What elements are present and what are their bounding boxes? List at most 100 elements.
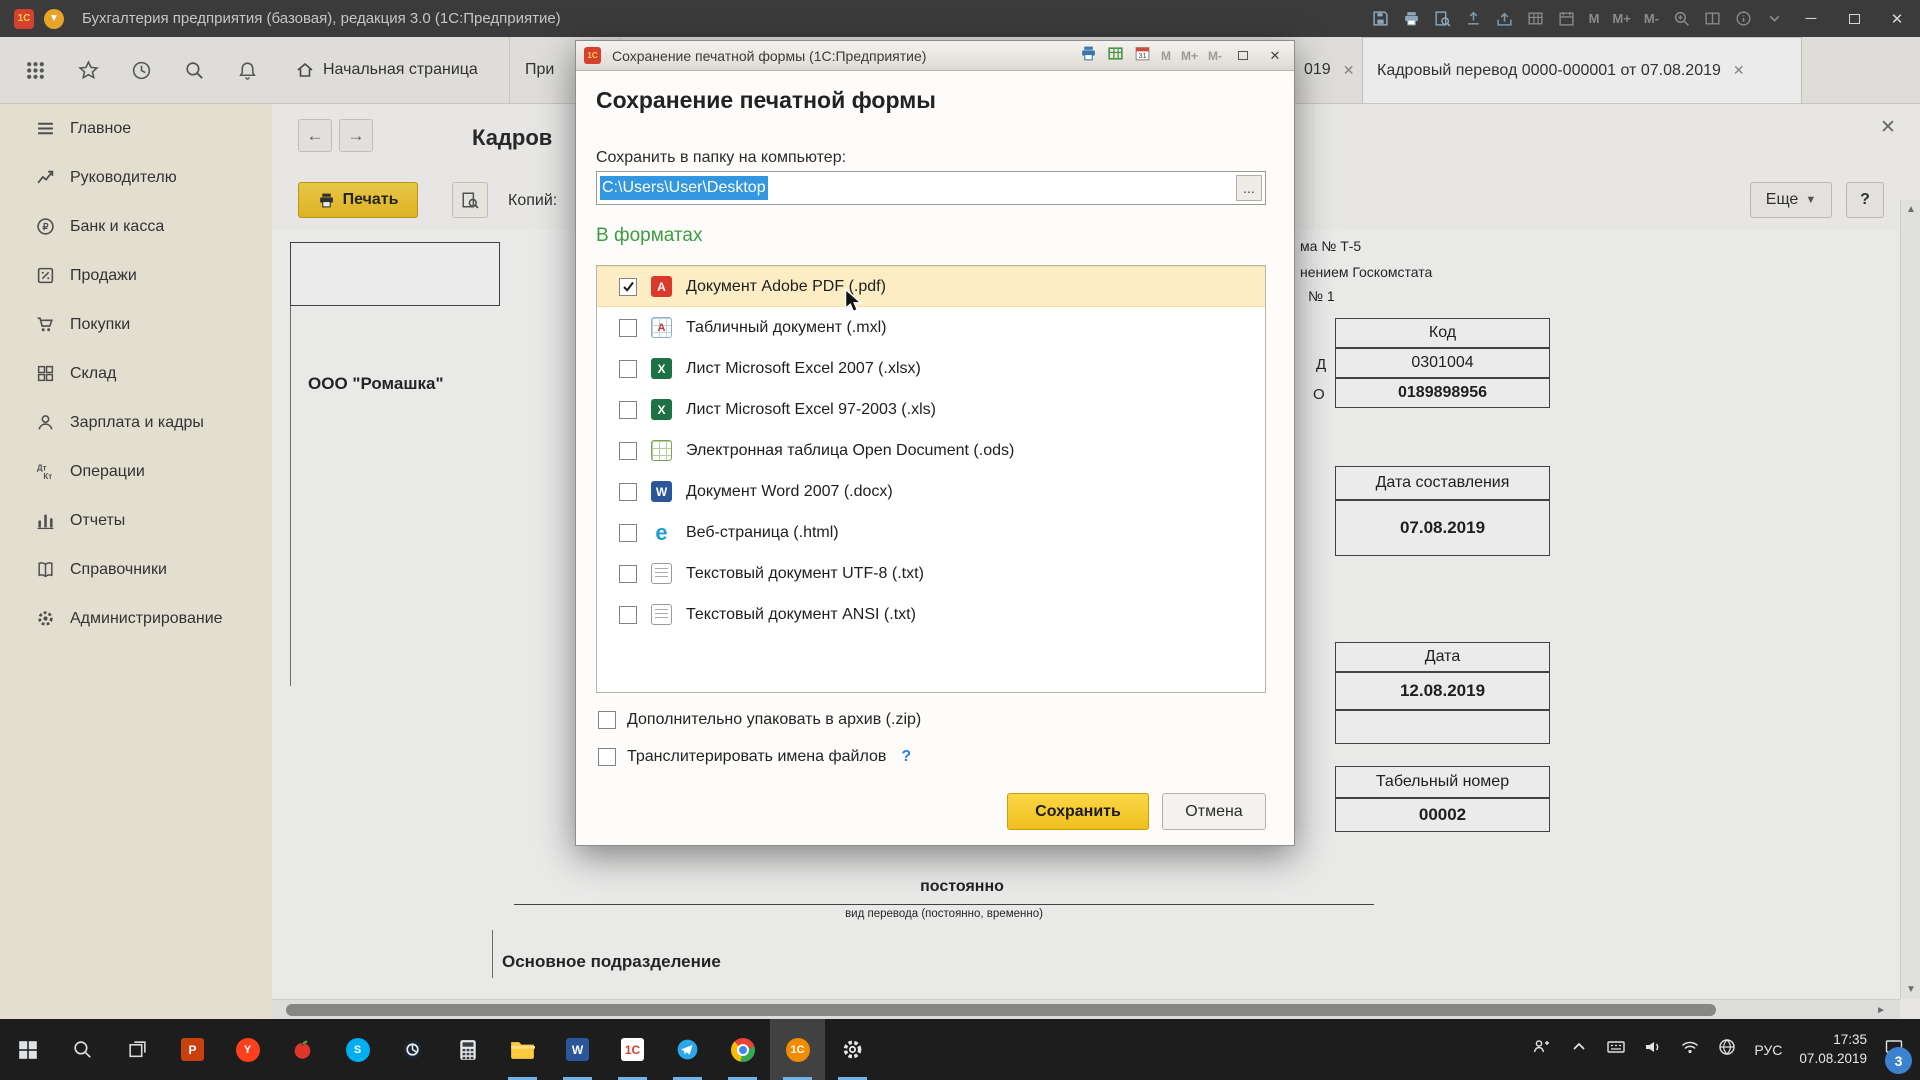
folder-path-selected-text: C:\Users\User\Desktop	[600, 176, 768, 200]
dialog-memory-m-button[interactable]: M	[1161, 49, 1171, 63]
print-icon[interactable]	[1403, 10, 1421, 28]
notification-badge[interactable]: 3	[1885, 1047, 1912, 1074]
format-row[interactable]: eВеб-страница (.html)	[597, 512, 1265, 553]
save-icon[interactable]	[1372, 10, 1390, 28]
window-maximize-button[interactable]	[1839, 0, 1869, 37]
txt-file-icon	[651, 604, 672, 625]
taskbar-search-icon[interactable]	[55, 1019, 110, 1080]
zip-checkbox[interactable]	[598, 711, 616, 729]
dialog-table-icon[interactable]	[1107, 45, 1124, 67]
system-tray: РУС 17:35 07.08.2019	[1532, 1019, 1920, 1080]
keyboard-icon[interactable]	[1606, 1037, 1626, 1062]
format-row[interactable]: AДокумент Adobe PDF (.pdf)	[597, 266, 1265, 307]
taskbar-chrome-icon[interactable]	[715, 1019, 770, 1080]
people-icon[interactable]	[1532, 1037, 1552, 1062]
dialog-titlebar[interactable]: 1С Сохранение печатной формы (1С:Предпри…	[576, 41, 1294, 71]
window-close-button[interactable]: ✕	[1882, 0, 1912, 37]
format-checkbox[interactable]	[619, 360, 637, 378]
folder-path-input[interactable]: C:\Users\User\Desktop ...	[596, 171, 1266, 205]
help-question-icon[interactable]: ?	[901, 748, 911, 766]
formats-heading: В форматах	[596, 225, 703, 247]
language-indicator[interactable]: РУС	[1754, 1042, 1782, 1058]
taskbar: PYSW1С1С РУС 17:35 07.08.2019 3	[0, 1019, 1920, 1080]
cancel-button[interactable]: Отмена	[1162, 793, 1266, 830]
taskbar-dark-app-icon[interactable]	[385, 1019, 440, 1080]
print-preview-icon[interactable]	[1434, 10, 1452, 28]
mxl-file-icon: A	[651, 317, 672, 338]
window-minimize-button[interactable]: ─	[1796, 0, 1826, 37]
save-button[interactable]: Сохранить	[1007, 793, 1149, 830]
globe-icon[interactable]	[1717, 1037, 1737, 1062]
taskbar-explorer-icon[interactable]	[495, 1019, 550, 1080]
format-checkbox[interactable]	[619, 319, 637, 337]
taskbar-powerpoint-icon[interactable]: P	[165, 1019, 220, 1080]
excel-file-icon: X	[651, 399, 672, 420]
svg-text:31: 31	[1139, 52, 1147, 59]
taskbar-telegram-icon[interactable]	[660, 1019, 715, 1080]
calendar-icon[interactable]	[1558, 10, 1576, 28]
format-row[interactable]: Текстовый документ ANSI (.txt)	[597, 594, 1265, 635]
taskbar-one-c-active-icon[interactable]: 1С	[770, 1019, 825, 1080]
transliterate-checkbox-row[interactable]: Транслитерировать имена файлов ?	[598, 748, 911, 766]
format-checkbox[interactable]	[619, 278, 637, 296]
dialog-close-button[interactable]: ✕	[1264, 46, 1286, 66]
dialog-memory-m-plus-button[interactable]: M+	[1181, 49, 1198, 63]
folder-path-label: Сохранить в папку на компьютер:	[596, 149, 846, 167]
transliterate-checkbox[interactable]	[598, 748, 616, 766]
taskbar-yandex-icon[interactable]: Y	[220, 1019, 275, 1080]
format-checkbox[interactable]	[619, 442, 637, 460]
format-row[interactable]: WДокумент Word 2007 (.docx)	[597, 471, 1265, 512]
window-title: Бухгалтерия предприятия (базовая), редак…	[82, 10, 561, 27]
main-menu-button[interactable]: ▼	[44, 9, 64, 29]
dialog-memory-m-minus-button[interactable]: M-	[1208, 49, 1222, 63]
format-checkbox[interactable]	[619, 483, 637, 501]
format-row[interactable]: XЛист Microsoft Excel 2007 (.xlsx)	[597, 348, 1265, 389]
memory-m-minus-button[interactable]: M-	[1644, 11, 1659, 26]
dialog-calendar-icon[interactable]: 31	[1134, 45, 1151, 67]
format-row[interactable]: Электронная таблица Open Document (.ods)	[597, 430, 1265, 471]
clock[interactable]: 17:35 07.08.2019	[1799, 1031, 1867, 1067]
dialog-1c-icon: 1С	[584, 47, 601, 64]
network-icon[interactable]	[1680, 1037, 1700, 1062]
taskbar-calculator-icon[interactable]	[440, 1019, 495, 1080]
html-file-icon: e	[651, 522, 672, 543]
browse-button[interactable]: ...	[1236, 175, 1262, 201]
format-checkbox[interactable]	[619, 524, 637, 542]
dialog-print-icon[interactable]	[1080, 45, 1097, 67]
format-row[interactable]: XЛист Microsoft Excel 97-2003 (.xls)	[597, 389, 1265, 430]
taskbar-word-icon[interactable]: W	[550, 1019, 605, 1080]
format-checkbox[interactable]	[619, 606, 637, 624]
screen: 1С ▼ Бухгалтерия предприятия (базовая), …	[0, 0, 1920, 1080]
table-icon[interactable]	[1527, 10, 1545, 28]
share-icon[interactable]	[1496, 10, 1514, 28]
dialog-maximize-button[interactable]	[1232, 46, 1254, 66]
memory-m-button[interactable]: M	[1589, 11, 1600, 26]
taskbar-settings-icon[interactable]	[825, 1019, 880, 1080]
taskbar-apple-icon[interactable]	[275, 1019, 330, 1080]
window-titlebar: 1С ▼ Бухгалтерия предприятия (базовая), …	[0, 0, 1920, 37]
taskbar-task-view-icon[interactable]	[110, 1019, 165, 1080]
format-row[interactable]: Текстовый документ UTF-8 (.txt)	[597, 553, 1265, 594]
format-list: AДокумент Adobe PDF (.pdf)AТабличный док…	[596, 265, 1266, 693]
taskbar-one-c-icon[interactable]: 1С	[605, 1019, 660, 1080]
panels-icon[interactable]	[1703, 10, 1721, 28]
format-row[interactable]: AТабличный документ (.mxl)	[597, 307, 1265, 348]
send-icon[interactable]	[1465, 10, 1483, 28]
info-icon[interactable]	[1734, 10, 1752, 28]
mouse-cursor	[843, 288, 865, 319]
taskbar-start-icon[interactable]	[0, 1019, 55, 1080]
dialog-title: Сохранение печатной формы (1С:Предприяти…	[612, 48, 926, 64]
format-checkbox[interactable]	[619, 565, 637, 583]
speaker-icon[interactable]	[1643, 1037, 1663, 1062]
txt-file-icon	[651, 563, 672, 584]
format-checkbox[interactable]	[619, 401, 637, 419]
chevron-up-icon[interactable]	[1569, 1037, 1589, 1062]
zoom-icon[interactable]	[1672, 10, 1690, 28]
zip-checkbox-row[interactable]: Дополнительно упаковать в архив (.zip)	[598, 711, 921, 729]
save-print-form-dialog: 1С Сохранение печатной формы (1С:Предпри…	[575, 40, 1295, 846]
memory-m-plus-button[interactable]: M+	[1612, 11, 1630, 26]
ods-file-icon	[651, 440, 672, 461]
app-1c-icon: 1С	[14, 9, 34, 29]
taskbar-skype-icon[interactable]: S	[330, 1019, 385, 1080]
chevron-down-icon[interactable]	[1765, 10, 1783, 28]
